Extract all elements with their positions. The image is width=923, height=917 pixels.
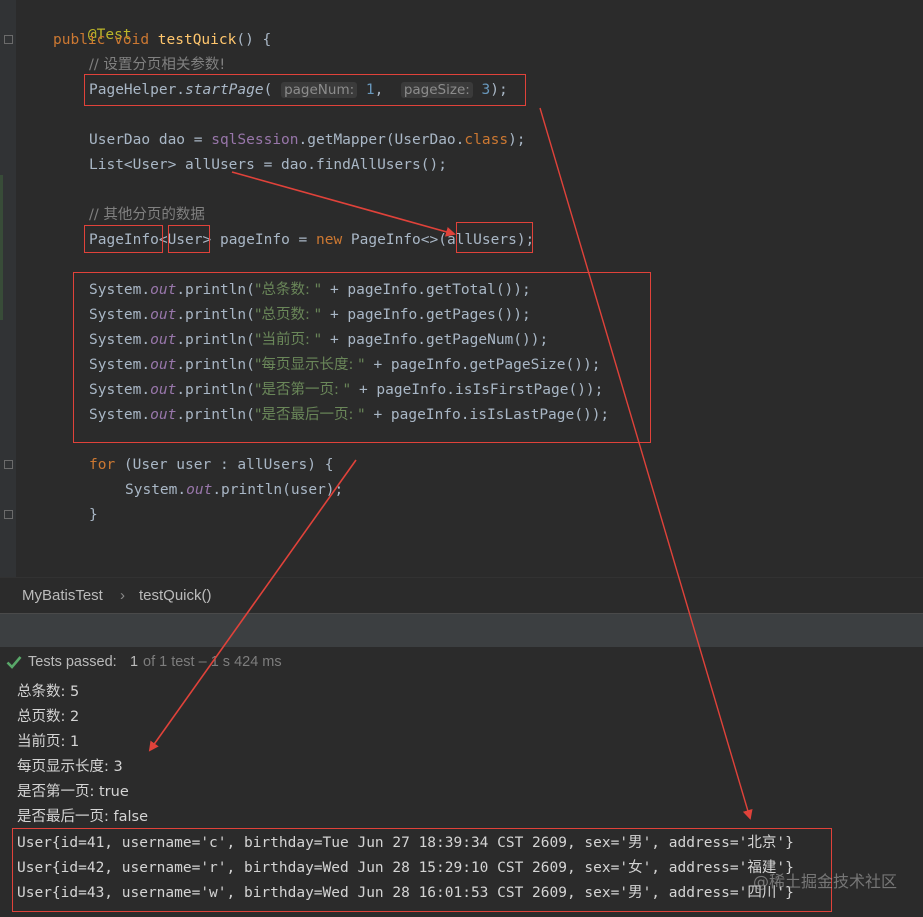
- console-line: 总条数: 5: [17, 684, 80, 700]
- fold-icon[interactable]: [4, 35, 13, 44]
- fold-icon[interactable]: [4, 460, 13, 469]
- highlight-box: [168, 225, 210, 253]
- code-text: (User user : allUsers) {: [115, 457, 334, 473]
- code-text: System.: [125, 482, 187, 498]
- breadcrumb: MyBatisTest › testQuick(): [0, 577, 923, 614]
- code-text: UserDao dao =: [89, 132, 212, 148]
- console-line: 是否第一页: true: [17, 784, 129, 800]
- keyword: for: [89, 457, 116, 473]
- editor-gutter: [0, 0, 16, 577]
- code-line[interactable]: // 其他分页的数据: [89, 205, 205, 225]
- run-toolbar: [0, 613, 923, 648]
- field-ref: sqlSession: [211, 132, 299, 148]
- console-line: 是否最后一页: false: [17, 809, 148, 825]
- watermark: @稀土掘金技术社区: [752, 872, 897, 891]
- code-editor[interactable]: @Test public void testQuick() { // 设置分页相…: [0, 0, 923, 577]
- status-label: Tests passed:: [28, 654, 117, 670]
- keyword: void: [114, 32, 150, 48]
- code-text: PageInfo<>(: [342, 232, 447, 248]
- code-comment: // 其他分页的数据: [89, 207, 205, 223]
- highlight-box: [456, 222, 533, 253]
- console-line: 每页显示长度: 3: [17, 759, 123, 775]
- code-line[interactable]: List<User> allUsers = dao.findAllUsers()…: [89, 155, 447, 175]
- code-line[interactable]: System.out.println(user);: [125, 480, 343, 500]
- breadcrumb-separator: ›: [120, 587, 125, 604]
- code-text: .getMapper(UserDao.: [298, 132, 465, 148]
- keyword: public: [53, 32, 106, 48]
- change-marker: [0, 175, 3, 320]
- console-line: 总页数: 2: [17, 709, 80, 725]
- highlight-box: [84, 225, 163, 253]
- code-line[interactable]: @Test: [53, 5, 132, 43]
- code-text: () {: [236, 32, 272, 48]
- keyword: class: [464, 132, 509, 148]
- code-line[interactable]: public void testQuick() {: [53, 30, 271, 50]
- code-text: List<User> allUsers = dao.findAllUsers()…: [89, 157, 447, 173]
- status-count: 1: [130, 654, 139, 670]
- console-line: 当前页: 1: [17, 734, 80, 750]
- code-text: > pageInfo =: [202, 232, 316, 248]
- check-icon: [6, 656, 22, 669]
- code-line[interactable]: UserDao dao = sqlSession.getMapper(UserD…: [89, 130, 526, 150]
- code-line[interactable]: // 设置分页相关参数!: [89, 55, 225, 75]
- code-text: );: [508, 132, 526, 148]
- code-comment: // 设置分页相关参数!: [89, 57, 226, 73]
- fold-icon[interactable]: [4, 510, 13, 519]
- highlight-box: [84, 74, 526, 106]
- test-status-bar: Tests passed: 1 of 1 test – 1 s 424 ms: [0, 647, 923, 678]
- field-ref: out: [186, 482, 213, 498]
- method-name: testQuick: [157, 32, 237, 48]
- highlight-box: [12, 828, 832, 912]
- code-line[interactable]: }: [89, 505, 98, 525]
- code-text: }: [89, 507, 98, 523]
- code-text: .println(user);: [212, 482, 344, 498]
- breadcrumb-method[interactable]: testQuick(): [139, 587, 212, 604]
- highlight-box: [73, 272, 651, 443]
- code-line[interactable]: for (User user : allUsers) {: [89, 455, 333, 475]
- keyword: new: [316, 232, 343, 248]
- status-detail: of 1 test – 1 s 424 ms: [143, 654, 282, 670]
- breadcrumb-class[interactable]: MyBatisTest: [22, 587, 103, 604]
